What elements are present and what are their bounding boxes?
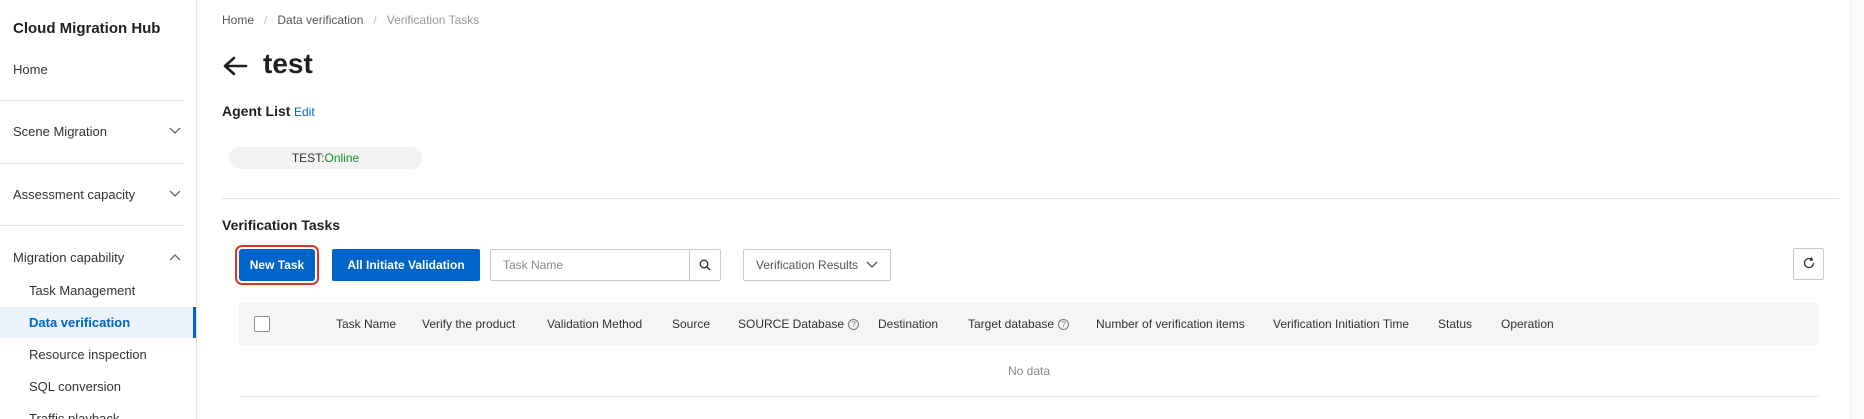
back-arrow-icon[interactable] [222,54,248,78]
sidebar: Cloud Migration Hub Home Scene Migration… [0,0,197,419]
agent-status-pill: TEST: Online [229,147,422,169]
column-header: Verify the product [422,317,516,331]
refresh-icon [1802,256,1816,273]
breadcrumb-separator: / [373,13,377,27]
agent-status: Online [324,151,360,165]
breadcrumb-home[interactable]: Home [222,13,254,27]
sidebar-divider [0,163,184,164]
chevron-up-icon [167,249,183,265]
verification-results-select[interactable]: Verification Results [743,249,891,281]
column-header: Status [1438,317,1473,331]
table-header: Task Name Verify the product Validation … [239,303,1819,345]
column-header: Operation [1501,317,1554,331]
sidebar-group-label: Scene Migration [13,123,107,139]
sidebar-group-label: Migration capability [13,249,125,265]
section-divider [222,198,1839,199]
table-empty-row: No data [239,345,1819,397]
sidebar-item-traffic-playback[interactable]: Traffic playback [29,411,119,419]
sidebar-group-label: Assessment capacity [13,186,136,202]
agent-edit-link[interactable]: Edit [294,105,315,119]
sidebar-divider [0,100,184,101]
sidebar-item-task-management[interactable]: Task Management [29,283,135,298]
sidebar-active-indicator [193,307,196,338]
sidebar-item-data-verification[interactable]: Data verification [29,315,130,330]
column-header: Task Name [336,317,397,331]
agent-name: TEST: [291,151,325,165]
all-initiate-validation-button[interactable]: All Initiate Validation [332,249,480,281]
verification-tasks-table: Task Name Verify the product Validation … [239,303,1819,397]
select-all-checkbox[interactable] [254,316,270,332]
sidebar-item-home[interactable]: Home [13,62,48,77]
column-header: Source [672,317,711,331]
new-task-button[interactable]: New Task [239,249,315,281]
column-header: SOURCE Database? [738,317,860,331]
app-title: Cloud Migration Hub [13,20,161,37]
column-header: Validation Method [547,317,643,331]
empty-text: No data [1007,363,1051,378]
chevron-down-icon [866,258,878,272]
sidebar-divider [0,225,184,226]
sidebar-item-sql-conversion[interactable]: SQL conversion [29,379,121,394]
breadcrumb-data-verification[interactable]: Data verification [277,13,363,27]
help-icon[interactable]: ? [1058,318,1070,330]
select-value: Verification Results [756,258,859,272]
chevron-down-icon [167,186,183,202]
breadcrumb-current: Verification Tasks [386,13,480,27]
scrollbar[interactable] [1850,0,1864,419]
search-icon[interactable] [689,250,720,280]
sidebar-group-scene-migration[interactable]: Scene Migration [13,123,183,139]
column-header: Destination [878,317,939,331]
column-header: Verification Initiation Time [1273,317,1410,331]
column-header: Target database? [968,317,1070,331]
search-input[interactable] [491,250,689,280]
column-header: Number of verification items [1096,317,1245,331]
breadcrumb-separator: / [264,13,268,27]
sidebar-group-migration-capability[interactable]: Migration capability [13,249,183,265]
help-icon[interactable]: ? [848,318,860,330]
breadcrumb: Home / Data verification / Verification … [222,13,479,27]
chevron-down-icon [167,123,183,139]
page-title: test [263,48,313,79]
main-content: Home / Data verification / Verification … [197,0,1864,419]
task-name-search [490,249,721,281]
sidebar-group-assessment-capacity[interactable]: Assessment capacity [13,186,183,202]
agent-list-heading: Agent List [222,103,291,119]
verification-tasks-heading: Verification Tasks [222,217,341,233]
refresh-button[interactable] [1793,248,1824,280]
sidebar-item-resource-inspection[interactable]: Resource inspection [29,347,147,362]
